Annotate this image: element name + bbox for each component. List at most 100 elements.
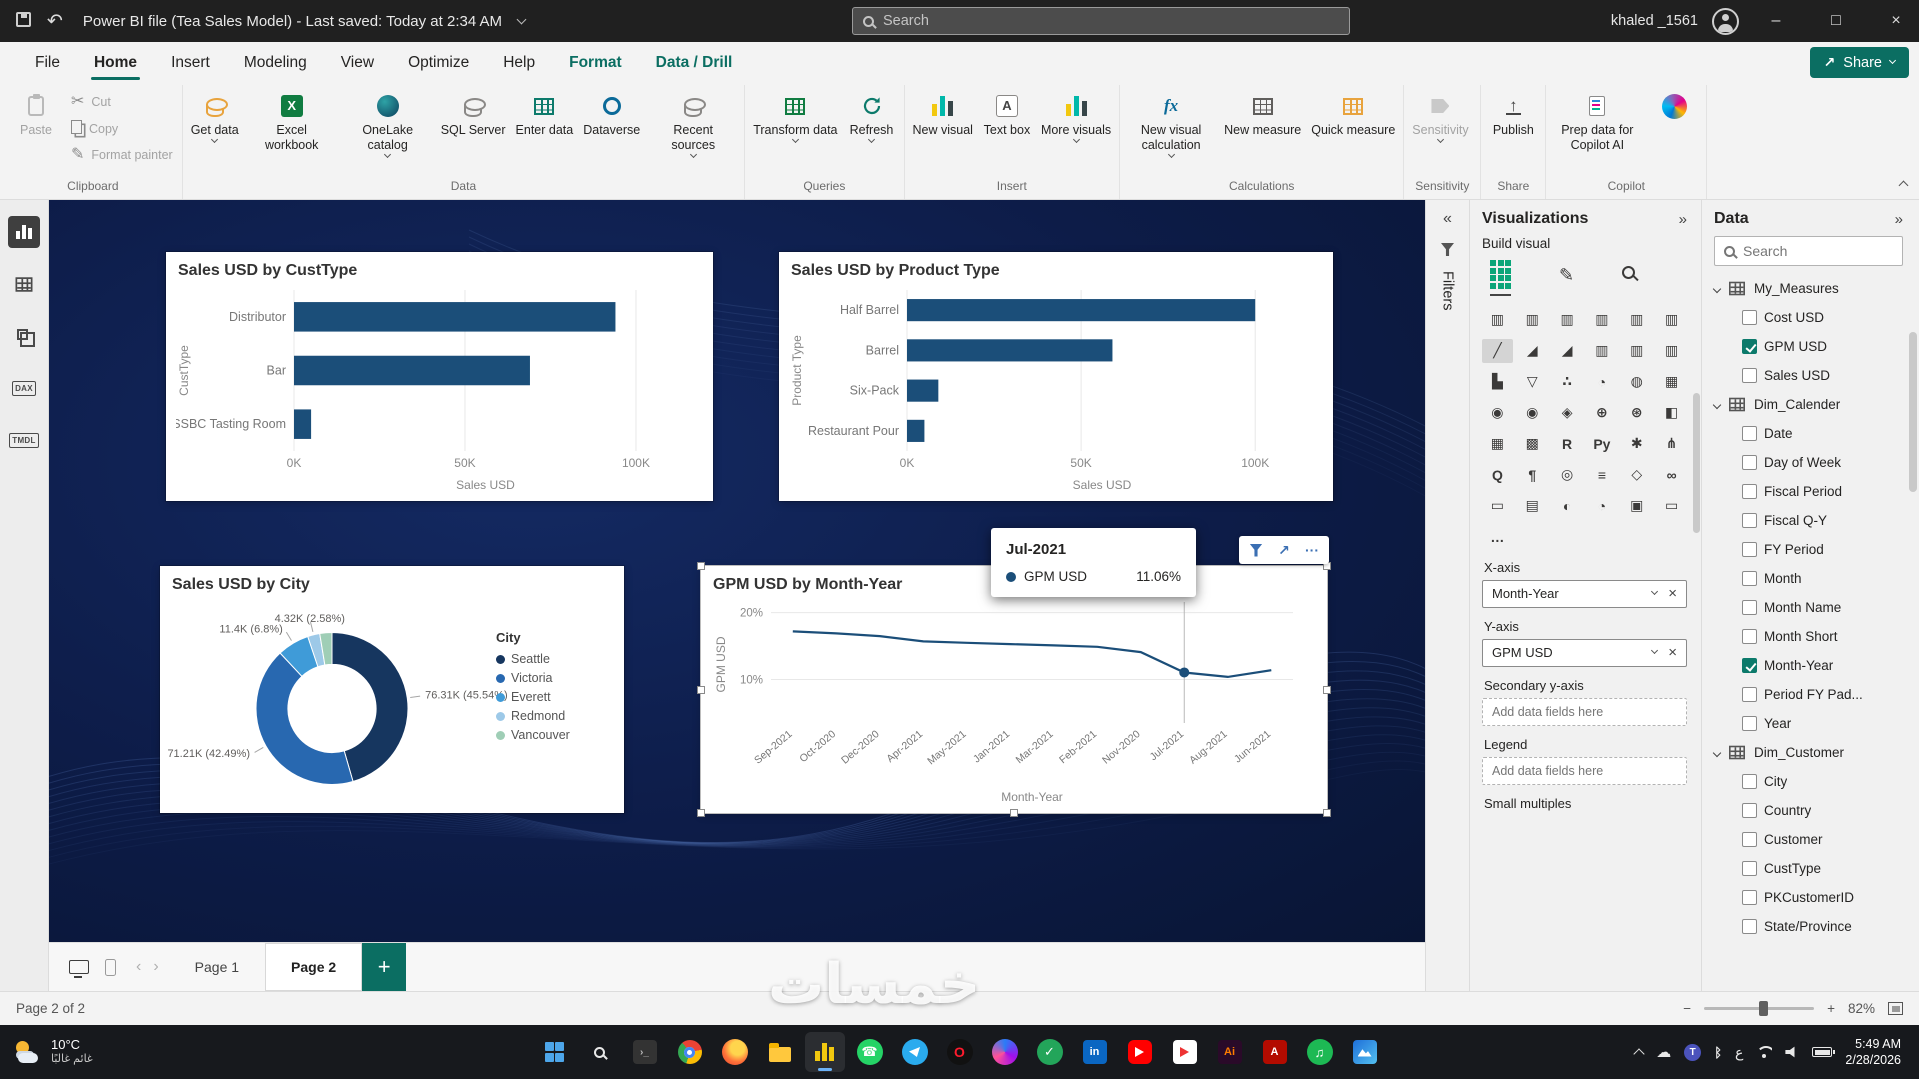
refresh-button[interactable]: Refresh — [843, 85, 901, 144]
global-search[interactable] — [852, 7, 1350, 35]
remove-field-icon[interactable]: × — [1663, 645, 1677, 660]
chevron-down-icon[interactable] — [1651, 587, 1659, 596]
paste-button[interactable]: Paste — [7, 85, 65, 140]
visual-type-multi-row-card-icon[interactable]: ▤ — [1517, 494, 1548, 518]
tab-file[interactable]: File — [18, 42, 77, 83]
field-state-province[interactable]: State/Province — [1714, 912, 1903, 941]
bar-chart[interactable]: 0K 50K 100K Half Barrel Barrel Six-Pack Restau… — [789, 284, 1323, 495]
copy-button[interactable]: Copy — [71, 120, 173, 137]
visual-type-power-apps-icon[interactable]: ◇ — [1621, 463, 1652, 487]
tray-language-indicator[interactable]: ع — [1735, 1044, 1743, 1061]
checkbox[interactable] — [1742, 774, 1757, 789]
checkbox[interactable] — [1742, 832, 1757, 847]
tray-battery-icon[interactable] — [1812, 1047, 1836, 1057]
field-drop-zone[interactable]: Add data fields here — [1482, 756, 1687, 785]
field-month-short[interactable]: Month Short — [1714, 622, 1903, 651]
visual-type-map-icon[interactable]: ◉ — [1482, 401, 1513, 425]
report-canvas[interactable]: Sales USD by CustType 0K 50K 100K Distribut… — [49, 200, 1425, 942]
checkbox[interactable] — [1742, 571, 1757, 586]
tab-help[interactable]: Help — [486, 42, 552, 83]
zoom-slider[interactable] — [1704, 1001, 1815, 1016]
checkbox[interactable] — [1742, 368, 1757, 383]
taskbar-app-start-icon[interactable] — [535, 1032, 575, 1072]
visual-type-stacked-area-chart-icon[interactable]: ◢ — [1552, 339, 1583, 363]
copilot-button[interactable] — [1645, 85, 1703, 122]
page-tab-page-2[interactable]: Page 2 — [265, 943, 363, 991]
page-tab-page-1[interactable]: Page 1 — [169, 943, 265, 991]
close-button[interactable]: × — [1873, 0, 1919, 42]
tab-format[interactable]: Format — [552, 42, 639, 83]
collapse-pane-icon[interactable]: » — [1679, 211, 1687, 228]
taskbar-app-opera-icon[interactable]: O — [940, 1032, 980, 1072]
visual-type-matrix-icon[interactable]: ▩ — [1517, 432, 1548, 456]
taskbar-app-security-check-icon[interactable]: ✓ — [1030, 1032, 1070, 1072]
visual-type-treemap-icon[interactable]: ▦ — [1656, 370, 1687, 394]
visual-type-table-icon[interactable]: ▦ — [1482, 432, 1513, 456]
sensitivity-button[interactable]: Sensitivity — [1407, 85, 1473, 144]
new-visual-calculation-button[interactable]: fx New visual calculation — [1123, 85, 1219, 159]
tab-view[interactable]: View — [324, 42, 391, 83]
onelake-catalog-button[interactable]: OneLake catalog — [340, 85, 436, 159]
collapse-ribbon-icon[interactable] — [1898, 180, 1909, 191]
field-cost-usd[interactable]: Cost USD — [1714, 303, 1903, 332]
resize-handle[interactable] — [1323, 809, 1331, 817]
checkbox[interactable] — [1742, 484, 1757, 499]
visual-type-r-script-visual-icon[interactable]: R — [1552, 432, 1583, 456]
visual-type-key-influencers-icon[interactable]: ✱ — [1621, 432, 1652, 456]
checkbox[interactable] — [1742, 658, 1757, 673]
legend-item-redmond[interactable]: Redmond — [496, 709, 614, 723]
field-search[interactable] — [1714, 236, 1903, 266]
search-input[interactable] — [883, 13, 1339, 29]
tab-data-drill[interactable]: Data / Drill — [639, 42, 750, 83]
text-box-button[interactable]: A Text box — [978, 85, 1036, 140]
filter-icon[interactable] — [1244, 539, 1268, 561]
legend-item-everett[interactable]: Everett — [496, 690, 614, 704]
resize-handle[interactable] — [1323, 685, 1331, 694]
fit-to-page-icon[interactable] — [1888, 1002, 1903, 1015]
account-name[interactable]: khaled _1561 — [1611, 13, 1698, 29]
visual-type-button-slicer-icon[interactable]: ▣ — [1621, 494, 1652, 518]
visual-type-donut-chart-icon[interactable]: ◍ — [1621, 370, 1652, 394]
sidebar-item-table-view[interactable] — [8, 268, 40, 300]
taskbar-app-chrome-icon[interactable] — [670, 1032, 710, 1072]
mobile-view-icon[interactable] — [105, 958, 116, 976]
visual-type-filled-map-icon[interactable]: ◉ — [1517, 401, 1548, 425]
resize-handle[interactable] — [697, 685, 705, 694]
taskbar-app-telegram-icon[interactable] — [895, 1032, 935, 1072]
taskbar-app-spotify-icon[interactable]: ♫ — [1300, 1032, 1340, 1072]
checkbox[interactable] — [1742, 629, 1757, 644]
tab-build-visual[interactable] — [1490, 260, 1511, 296]
sidebar-item-report-view[interactable] — [8, 216, 40, 248]
visual-type-area-chart-icon[interactable]: ◢ — [1517, 339, 1548, 363]
visual-type-clustered-bar-chart-icon[interactable]: ▥ — [1552, 308, 1583, 332]
excel-workbook-button[interactable]: X Excel workbook — [244, 85, 340, 155]
field-custtype[interactable]: CustType — [1714, 854, 1903, 883]
taskbar-app-firefox-icon[interactable] — [715, 1032, 755, 1072]
visual-type-qa-visual-icon[interactable]: Q — [1482, 463, 1513, 487]
visual-type-more-options-icon[interactable]: … — [1482, 525, 1513, 549]
checkbox[interactable] — [1742, 716, 1757, 731]
resize-handle[interactable] — [697, 809, 705, 817]
new-visual-button[interactable]: New visual — [908, 85, 978, 140]
visual-type-power-automate-icon[interactable]: ∞ — [1656, 463, 1687, 487]
field-period-fy-pad[interactable]: Period FY Pad... — [1714, 680, 1903, 709]
focus-mode-icon[interactable]: ↗ — [1272, 539, 1296, 561]
zoom-in-icon[interactable]: + — [1827, 1001, 1835, 1016]
field-customer[interactable]: Customer — [1714, 825, 1903, 854]
visual-type-100-stacked-bar-chart-icon[interactable]: ▥ — [1621, 308, 1652, 332]
table-dim-customer[interactable]: Dim_Customer — [1712, 738, 1903, 767]
avatar[interactable] — [1712, 7, 1739, 35]
visual-type-ribbon-chart-icon[interactable]: ▥ — [1656, 339, 1687, 363]
dataverse-button[interactable]: Dataverse — [578, 85, 645, 140]
field-country[interactable]: Country — [1714, 796, 1903, 825]
undo-icon[interactable]: ↶ — [47, 12, 63, 31]
tray-volume-icon[interactable] — [1785, 1046, 1799, 1058]
bar-chart[interactable]: 0K 50K 100K Distributor Bar SSBC Tasting Room… — [172, 284, 703, 495]
visual-sales-by-city[interactable]: Sales USD by City 76.31K (45.54%) 71.21K … — [160, 566, 624, 813]
taskbar-app-messenger-icon[interactable] — [985, 1032, 1025, 1072]
visual-type-line-chart-icon[interactable]: ╱ — [1482, 338, 1513, 363]
scrollbar[interactable] — [1909, 246, 1917, 983]
donut-chart[interactable]: 76.31K (45.54%) 71.21K (42.49%) 11.4K (6.8… — [167, 598, 614, 807]
expand-filters-icon[interactable]: « — [1443, 210, 1452, 228]
field-city[interactable]: City — [1714, 767, 1903, 796]
